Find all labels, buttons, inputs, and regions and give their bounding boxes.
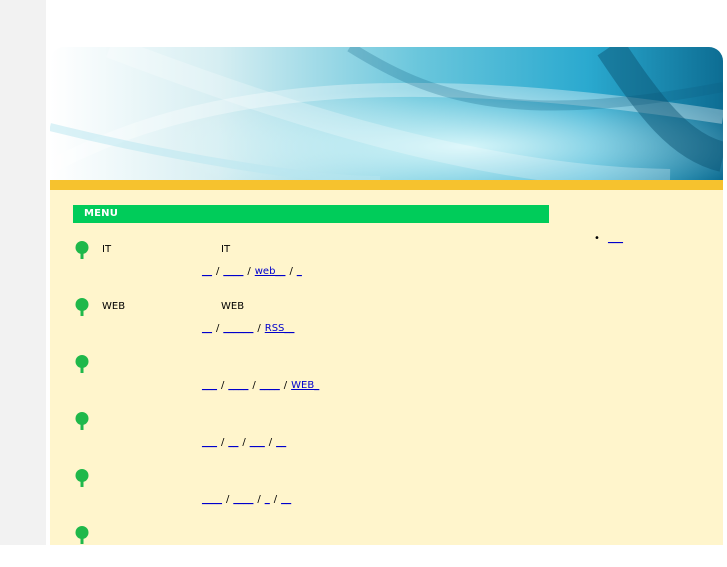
menu-item-name: IT: [102, 244, 112, 255]
menu-item: ____ / ____ / _ / __: [74, 469, 544, 510]
sub-link[interactable]: ____: [228, 380, 248, 391]
sub-link[interactable]: ____: [260, 380, 280, 391]
menu-item-links: __ / ____ / web__ / _: [202, 266, 302, 277]
sub-link[interactable]: __: [276, 437, 286, 448]
sub-link[interactable]: ___: [250, 437, 265, 448]
tree-icon: [75, 526, 89, 544]
sub-link[interactable]: ____: [202, 494, 222, 505]
menu-item-links: ___ / __ / ___ / __: [202, 437, 287, 448]
menu-item: ___ / __ / ___ / __: [74, 412, 544, 453]
sub-link[interactable]: __: [202, 323, 212, 334]
menu-item: IT IT __ / ____ / web__ / _: [74, 241, 544, 282]
menu-item-name: WEB: [102, 301, 126, 312]
sub-link[interactable]: ______: [223, 323, 253, 334]
menu-item: [74, 526, 544, 567]
sub-link[interactable]: web__: [255, 266, 286, 277]
sub-link[interactable]: ___: [202, 380, 217, 391]
sidebar-link[interactable]: ___: [608, 233, 623, 244]
menu-item: WEB WEB __ / ______ / RSS__: [74, 298, 544, 339]
tree-icon: [75, 298, 89, 316]
yellow-strip: [50, 180, 723, 190]
sub-link[interactable]: _: [297, 266, 302, 277]
menu-item: ___ / ____ / ____ / WEB_: [74, 355, 544, 396]
tree-icon: [75, 355, 89, 373]
menu-title-bar: MENU: [73, 205, 549, 223]
list-bullet: •: [594, 233, 600, 244]
sub-link[interactable]: WEB_: [291, 380, 319, 391]
sub-link[interactable]: __: [281, 494, 291, 505]
menu-item-links: __ / ______ / RSS__: [202, 323, 295, 334]
content-area: MENU IT IT __ / ____ / web__ / _ WEB WEB __ / __…: [50, 190, 723, 545]
tree-icon: [75, 412, 89, 430]
tree-icon: [75, 469, 89, 487]
sub-link[interactable]: ____: [223, 266, 243, 277]
sub-link[interactable]: ___: [202, 437, 217, 448]
menu-item-desc: IT: [221, 244, 231, 255]
sub-link[interactable]: ____: [233, 494, 253, 505]
sub-link[interactable]: _: [265, 494, 270, 505]
menu-item-desc: WEB: [221, 301, 245, 312]
tree-icon: [75, 241, 89, 259]
left-gutter: [0, 0, 46, 545]
menu-item-links: ___ / ____ / ____ / WEB_: [202, 380, 320, 391]
sub-link[interactable]: __: [202, 266, 212, 277]
banner-image: [50, 47, 723, 180]
sub-link[interactable]: RSS__: [265, 323, 295, 334]
header-banner: [50, 47, 723, 180]
menu-item-links: ____ / ____ / _ / __: [202, 494, 292, 505]
sub-link[interactable]: __: [228, 437, 238, 448]
